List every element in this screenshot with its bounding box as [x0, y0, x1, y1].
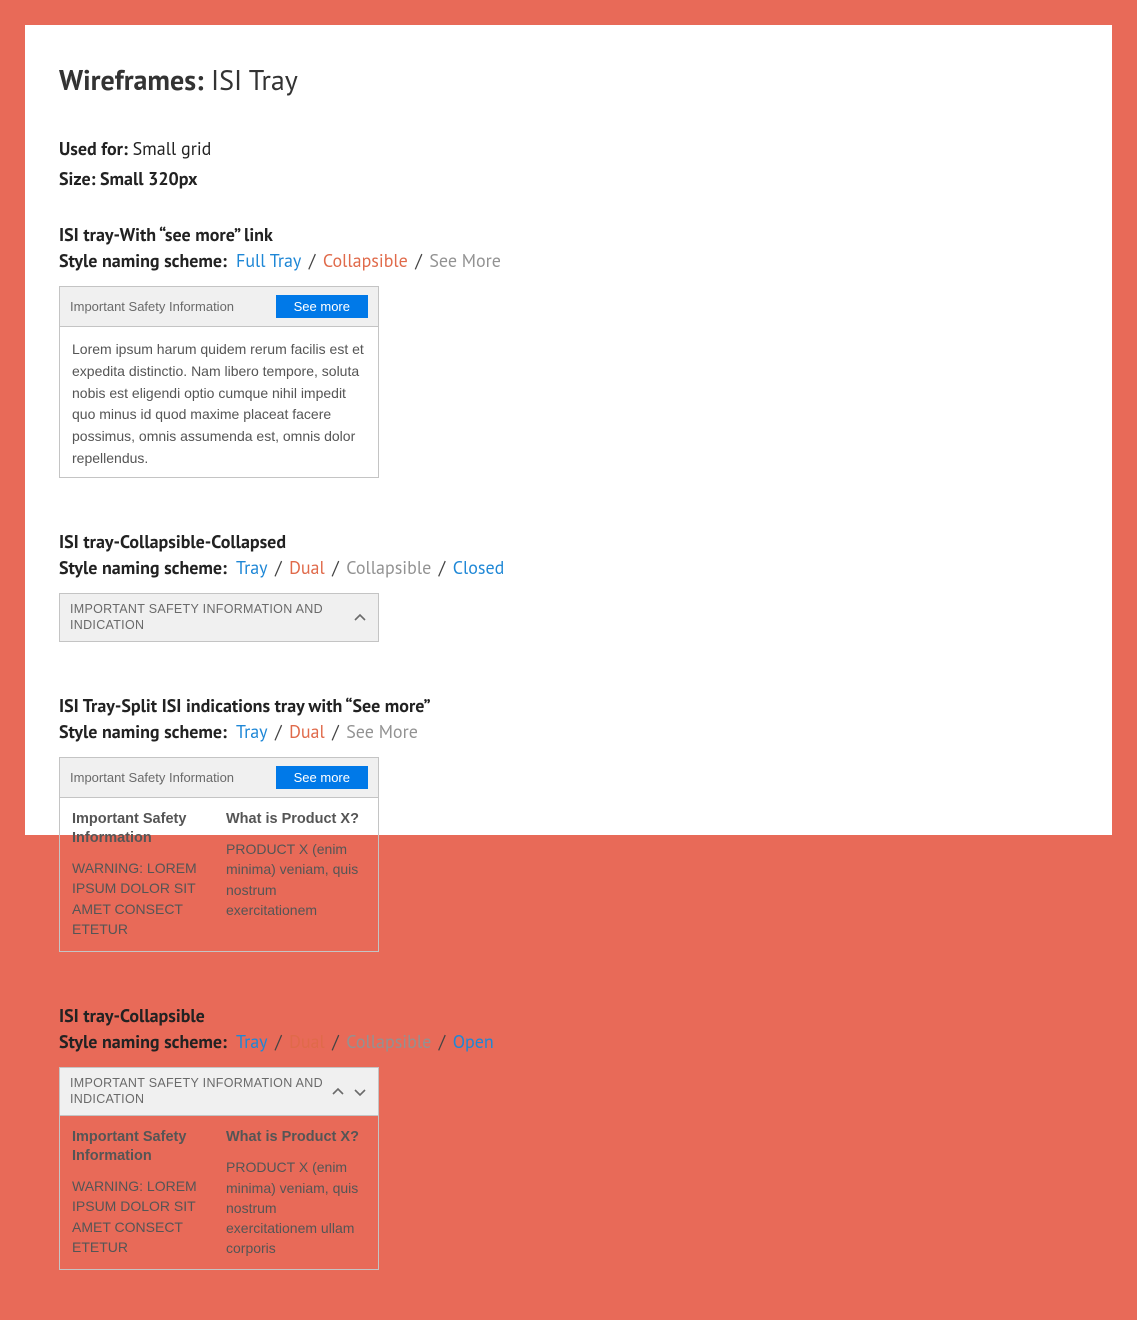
title-suffix: ISI Tray: [211, 61, 298, 98]
scheme-sep: /: [306, 249, 318, 272]
page-title: Wireframes: ISI Tray: [59, 61, 1078, 98]
tray-body: Important Safety Information WARNING: LO…: [60, 1116, 378, 1269]
page: Wireframes: ISI Tray Used for: Small gri…: [25, 25, 1112, 835]
isi-tray-open: IMPORTANT SAFETY INFORMATION AND INDICAT…: [59, 1067, 379, 1270]
scheme-part: Dual: [289, 1030, 325, 1053]
split-col-right: What is Product X? PRODUCT X (enim minim…: [226, 1128, 366, 1269]
scheme-sep: /: [329, 556, 341, 579]
cell-collapsible-open: ISI tray-Collapsible Style naming scheme…: [59, 1002, 596, 1270]
cell-title: ISI tray-Collapsible-Collapsed: [59, 528, 596, 556]
title-prefix: Wireframes:: [59, 61, 204, 98]
scheme-sep: /: [412, 249, 424, 272]
cell-collapsed: ISI tray-Collapsible-Collapsed Style nam…: [59, 528, 596, 642]
chevron-down-icon[interactable]: [352, 1084, 368, 1100]
col-text: PRODUCT X (enim minima) veniam, quis nos…: [226, 839, 366, 920]
style-scheme: Style naming scheme: Tray / Dual / See M…: [59, 720, 596, 743]
tray-header-title: IMPORTANT SAFETY INFORMATION AND INDICAT…: [70, 602, 352, 633]
col-heading: Important Safety Information: [72, 1128, 212, 1166]
scheme-part: Dual: [289, 720, 325, 743]
tray-header: Important Safety Information See more: [60, 287, 378, 327]
col-text: WARNING: LOREM IPSUM DOLOR SIT AMET CONS…: [72, 858, 212, 939]
scheme-part: Tray: [236, 720, 268, 743]
meta-block: Used for: Small grid Size: Small 320px: [59, 134, 1078, 193]
scheme-part: Collapsible: [346, 1030, 431, 1053]
tray-header-title: IMPORTANT SAFETY INFORMATION AND INDICAT…: [70, 1076, 330, 1107]
used-for-value: Small grid: [133, 137, 212, 160]
tray-header: Important Safety Information See more: [60, 758, 378, 798]
scheme-label: Style naming scheme:: [59, 720, 227, 743]
scheme-sep: /: [436, 1030, 448, 1053]
scheme-sep: /: [436, 556, 448, 579]
tray-body: Important Safety Information WARNING: LO…: [60, 798, 378, 951]
scheme-part: Open: [453, 1030, 494, 1053]
cell-title: ISI tray-With “see more” link: [59, 221, 596, 249]
chevron-up-icon[interactable]: [330, 1084, 346, 1100]
tray-header-title: Important Safety Information: [70, 299, 234, 314]
see-more-button[interactable]: See more: [276, 295, 368, 318]
scheme-sep: /: [272, 556, 284, 579]
tray-header[interactable]: IMPORTANT SAFETY INFORMATION AND INDICAT…: [60, 1068, 378, 1116]
col-text: PRODUCT X (enim minima) veniam, quis nos…: [226, 1157, 366, 1258]
split-col-right: What is Product X? PRODUCT X (enim minim…: [226, 810, 366, 951]
used-for-row: Used for: Small grid: [59, 134, 1078, 164]
see-more-button[interactable]: See more: [276, 766, 368, 789]
tray-controls: [352, 610, 368, 626]
cell-split: ISI Tray-Split ISI indications tray with…: [59, 692, 596, 952]
scheme-part: See More: [346, 720, 418, 743]
cell-title: ISI Tray-Split ISI indications tray with…: [59, 692, 596, 720]
isi-tray-collapsed: IMPORTANT SAFETY INFORMATION AND INDICAT…: [59, 593, 379, 642]
scheme-sep: /: [329, 1030, 341, 1053]
cell-see-more: ISI tray-With “see more” link Style nami…: [59, 221, 596, 478]
isi-tray-split: Important Safety Information See more Im…: [59, 757, 379, 952]
style-scheme: Style naming scheme: Tray / Dual / Colla…: [59, 1030, 596, 1053]
scheme-part: See More: [429, 249, 501, 272]
size-label: Size: Small 320px: [59, 164, 1078, 194]
scheme-part: Tray: [236, 1030, 268, 1053]
scheme-sep: /: [272, 720, 284, 743]
wireframe-grid: ISI tray-With “see more” link Style nami…: [59, 221, 1078, 1320]
col-heading: Important Safety Information: [72, 810, 212, 848]
col-heading: What is Product X?: [226, 1128, 366, 1147]
tray-body: Lorem ipsum harum quidem rerum facilis e…: [60, 327, 378, 477]
scheme-part: Tray: [236, 556, 268, 579]
scheme-part: Dual: [289, 556, 325, 579]
col-text: WARNING: LOREM IPSUM DOLOR SIT AMET CONS…: [72, 1176, 212, 1257]
scheme-part: Closed: [453, 556, 505, 579]
style-scheme: Style naming scheme: Tray / Dual / Colla…: [59, 556, 596, 579]
scheme-part: Collapsible: [323, 249, 408, 272]
tray-header[interactable]: IMPORTANT SAFETY INFORMATION AND INDICAT…: [60, 594, 378, 641]
scheme-label: Style naming scheme:: [59, 1030, 227, 1053]
chevron-up-icon[interactable]: [352, 610, 368, 626]
tray-header-title: Important Safety Information: [70, 770, 234, 785]
scheme-sep: /: [272, 1030, 284, 1053]
scheme-sep: /: [329, 720, 341, 743]
cell-title: ISI tray-Collapsible: [59, 1002, 596, 1030]
split-col-left: Important Safety Information WARNING: LO…: [72, 1128, 212, 1269]
split-col-left: Important Safety Information WARNING: LO…: [72, 810, 212, 951]
tray-controls: [330, 1084, 368, 1100]
scheme-part: Collapsible: [346, 556, 431, 579]
scheme-label: Style naming scheme:: [59, 249, 227, 272]
scheme-label: Style naming scheme:: [59, 556, 227, 579]
style-scheme: Style naming scheme: Full Tray / Collaps…: [59, 249, 596, 272]
scheme-part: Full Tray: [236, 249, 301, 272]
used-for-label: Used for:: [59, 137, 128, 160]
isi-tray: Important Safety Information See more Lo…: [59, 286, 379, 478]
col-heading: What is Product X?: [226, 810, 366, 829]
